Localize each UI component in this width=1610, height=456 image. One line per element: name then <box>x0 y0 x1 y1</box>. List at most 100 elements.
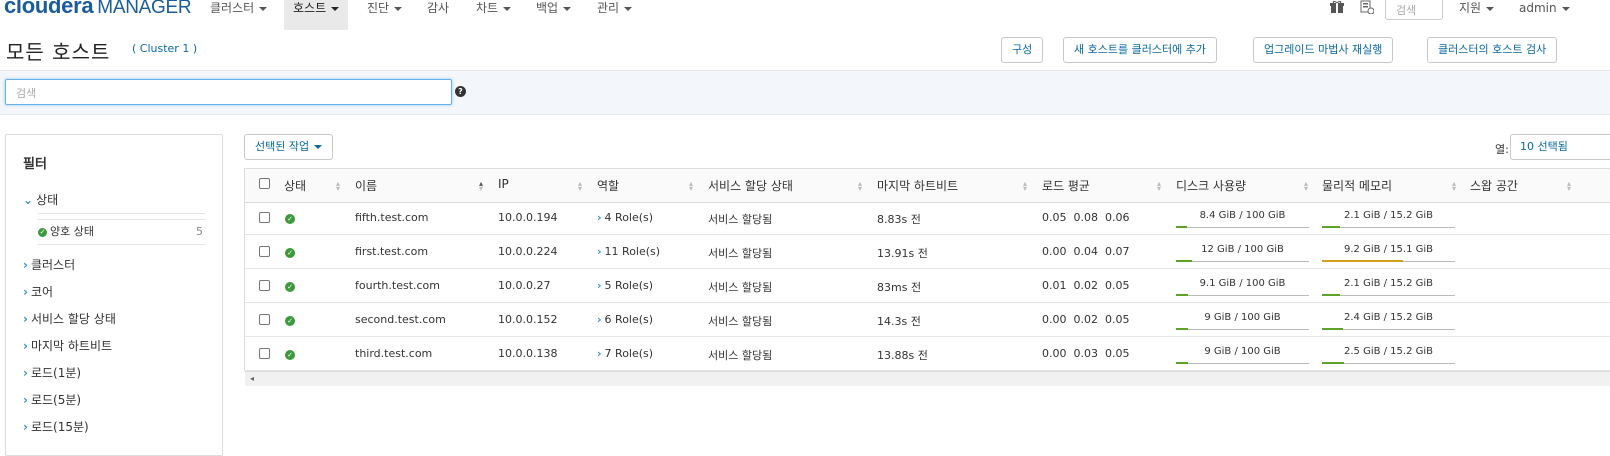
sort-icon[interactable]: ▴ ▾ <box>1304 180 1309 193</box>
roles-count: 6 Role(s) <box>604 313 654 326</box>
sort-icon[interactable]: ▴ ▾ <box>1157 180 1162 193</box>
host-name-link[interactable]: fifth.test.com <box>355 211 429 224</box>
filter-group-label: 로드(1분) <box>30 366 82 380</box>
sort-icon[interactable]: ▴ ▾ <box>336 180 341 193</box>
filter-group-cluster[interactable]: › 클러스터 <box>23 256 75 273</box>
caret-down-icon <box>394 6 403 11</box>
roles-toggle[interactable]: › 7 Role(s) <box>597 347 653 360</box>
col-header-load-average[interactable]: 로드 평균 <box>1042 177 1090 194</box>
row-checkbox[interactable] <box>259 246 270 257</box>
col-header-disk-usage[interactable]: 디스크 사용량 <box>1176 177 1246 194</box>
hosts-table: 상태 ▴ ▾ 이름 ▴ ▾ IP ▴ ▾ 역할 ▴ ▾ 서비스 할당 상태 ▴ ▾ 마지막… <box>244 168 1610 386</box>
nav-support[interactable]: 지원 <box>1450 0 1503 30</box>
inspect-hosts-button[interactable]: 클러스터의 호스트 검사 <box>1427 37 1558 63</box>
last-heartbeat: 83ms 전 <box>877 281 922 294</box>
sort-icon[interactable]: ▴ ▾ <box>1567 180 1572 193</box>
col-header-physical-memory[interactable]: 물리적 메모리 <box>1322 177 1392 194</box>
filter-group-load-15m[interactable]: › 로드(15분) <box>23 418 89 435</box>
configuration-button[interactable]: 구성 <box>1001 37 1044 63</box>
load-average: 0.00 0.04 0.07 <box>1042 245 1130 258</box>
filter-option-good-health[interactable]: ✓ 양호 상태 5 <box>38 219 205 245</box>
selected-actions-button[interactable]: 선택된 작업 <box>244 134 334 160</box>
nav-admin[interactable]: 관리 <box>588 0 641 30</box>
scroll-left-icon[interactable]: ◂ <box>250 374 254 383</box>
running-commands-icon[interactable] <box>1360 0 1376 16</box>
chevron-right-icon: › <box>597 313 602 326</box>
add-hosts-button[interactable]: 새 호스트를 클러스터에 추가 <box>1063 37 1217 63</box>
col-header-last-heartbeat[interactable]: 마지막 하트비트 <box>877 177 958 194</box>
host-ip: 10.0.0.27 <box>498 279 551 292</box>
select-all-checkbox[interactable] <box>259 178 270 189</box>
host-name-link[interactable]: fourth.test.com <box>355 279 440 292</box>
nav-label: 감사 <box>427 1 450 15</box>
nav-audits[interactable]: 감사 <box>418 0 458 30</box>
horizontal-scrollbar[interactable]: ◂ <box>245 371 1610 386</box>
col-header-ip[interactable]: IP <box>498 177 509 191</box>
table-row[interactable]: ✓ fourth.test.com 10.0.0.27 › 5 Role(s) 서비스 할… <box>245 269 1610 303</box>
sort-icon[interactable]: ▴ ▾ <box>689 180 694 193</box>
sort-icon[interactable]: ▴ ▾ <box>578 180 583 193</box>
cluster-link[interactable]: ( Cluster 1 ) <box>132 42 197 55</box>
check-circle-icon: ✓ <box>38 227 47 237</box>
filter-group-last-heartbeat[interactable]: › 마지막 하트비트 <box>23 337 112 354</box>
filter-group-label: 코어 <box>30 285 54 299</box>
roles-toggle[interactable]: › 5 Role(s) <box>597 279 653 292</box>
table-row[interactable]: ✓ third.test.com 10.0.0.138 › 7 Role(s) 서비스 할… <box>245 337 1610 371</box>
nav-hosts[interactable]: 호스트 <box>284 0 349 30</box>
col-header-service-assignment[interactable]: 서비스 할당 상태 <box>708 177 793 194</box>
load-average: 0.05 0.08 0.06 <box>1042 211 1130 224</box>
filter-group-core[interactable]: › 코어 <box>23 283 53 300</box>
host-search-input[interactable]: 검색 <box>5 79 452 105</box>
host-name-link[interactable]: second.test.com <box>355 313 446 326</box>
memory-usage-fill <box>1322 328 1343 330</box>
nav-diagnostics[interactable]: 진단 <box>358 0 411 30</box>
gift-icon[interactable] <box>1330 0 1346 16</box>
roles-count: 5 Role(s) <box>604 279 654 292</box>
filter-group-load-1m[interactable]: › 로드(1분) <box>23 364 81 381</box>
filter-group-status[interactable]: ⌄ 상태 <box>23 191 58 208</box>
col-header-roles[interactable]: 역할 <box>597 177 619 194</box>
table-row[interactable]: ✓ first.test.com 10.0.0.224 › 11 Role(s) 서비스 … <box>245 235 1610 269</box>
table-row[interactable]: ✓ second.test.com 10.0.0.152 › 6 Role(s) 서비스 … <box>245 303 1610 337</box>
sort-icon[interactable]: ▴ ▾ <box>1023 180 1028 193</box>
host-name-link[interactable]: first.test.com <box>355 245 428 258</box>
sort-icon[interactable]: ▴ ▾ <box>1452 180 1457 193</box>
disk-usage-text: 9 GiB / 100 GiB <box>1204 312 1281 323</box>
caret-down-icon <box>563 6 572 11</box>
filter-group-load-5m[interactable]: › 로드(5분) <box>23 391 81 408</box>
chevron-right-icon: › <box>23 285 28 299</box>
roles-count: 4 Role(s) <box>604 211 654 224</box>
last-heartbeat: 13.88s 전 <box>877 349 928 362</box>
col-header-swap-space[interactable]: 스왑 공간 <box>1470 177 1518 194</box>
roles-toggle[interactable]: › 6 Role(s) <box>597 313 653 326</box>
disk-usage-text: 9 GiB / 100 GiB <box>1204 346 1281 357</box>
host-name-link[interactable]: third.test.com <box>355 347 432 360</box>
rerun-upgrade-wizard-button[interactable]: 업그레이드 마법사 재실행 <box>1253 37 1394 63</box>
sort-icon[interactable]: ▴ ▾ <box>858 180 863 193</box>
roles-toggle[interactable]: › 4 Role(s) <box>597 211 653 224</box>
sort-asc-icon[interactable]: ▴ ▾ <box>479 180 484 193</box>
caret-down-icon <box>331 6 340 11</box>
col-header-status[interactable]: 상태 <box>284 177 306 194</box>
filter-group-service-assignment[interactable]: › 서비스 할당 상태 <box>23 310 116 327</box>
filter-panel: 필터 ⌄ 상태 ✓ 양호 상태 5 › 클러스터 › 코어 › 서비스 할당 상태 › 마지… <box>5 134 223 456</box>
cloudera-manager-logo[interactable]: cloudera MANAGER <box>4 0 192 19</box>
disk-usage-fill <box>1176 260 1192 262</box>
filter-group-label: 로드(5분) <box>30 393 82 407</box>
help-icon[interactable]: ? <box>455 86 466 97</box>
row-checkbox[interactable] <box>259 212 270 223</box>
row-checkbox[interactable] <box>259 314 270 325</box>
row-checkbox[interactable] <box>259 280 270 291</box>
roles-toggle[interactable]: › 11 Role(s) <box>597 245 660 258</box>
nav-clusters[interactable]: 클러스터 <box>201 0 276 30</box>
good-health-icon: ✓ <box>285 282 295 292</box>
columns-select-button[interactable]: 10 선택됨 <box>1510 134 1610 160</box>
table-row[interactable]: ✓ fifth.test.com 10.0.0.194 › 4 Role(s) 서비스 할… <box>245 201 1610 235</box>
col-header-name[interactable]: 이름 <box>355 177 377 194</box>
row-checkbox[interactable] <box>259 348 270 359</box>
host-ip: 10.0.0.194 <box>498 211 558 224</box>
nav-backup[interactable]: 백업 <box>527 0 580 30</box>
global-search-input[interactable]: 검색 <box>1385 0 1443 20</box>
nav-user-menu[interactable]: admin <box>1510 0 1579 30</box>
nav-charts[interactable]: 차트 <box>467 0 520 30</box>
